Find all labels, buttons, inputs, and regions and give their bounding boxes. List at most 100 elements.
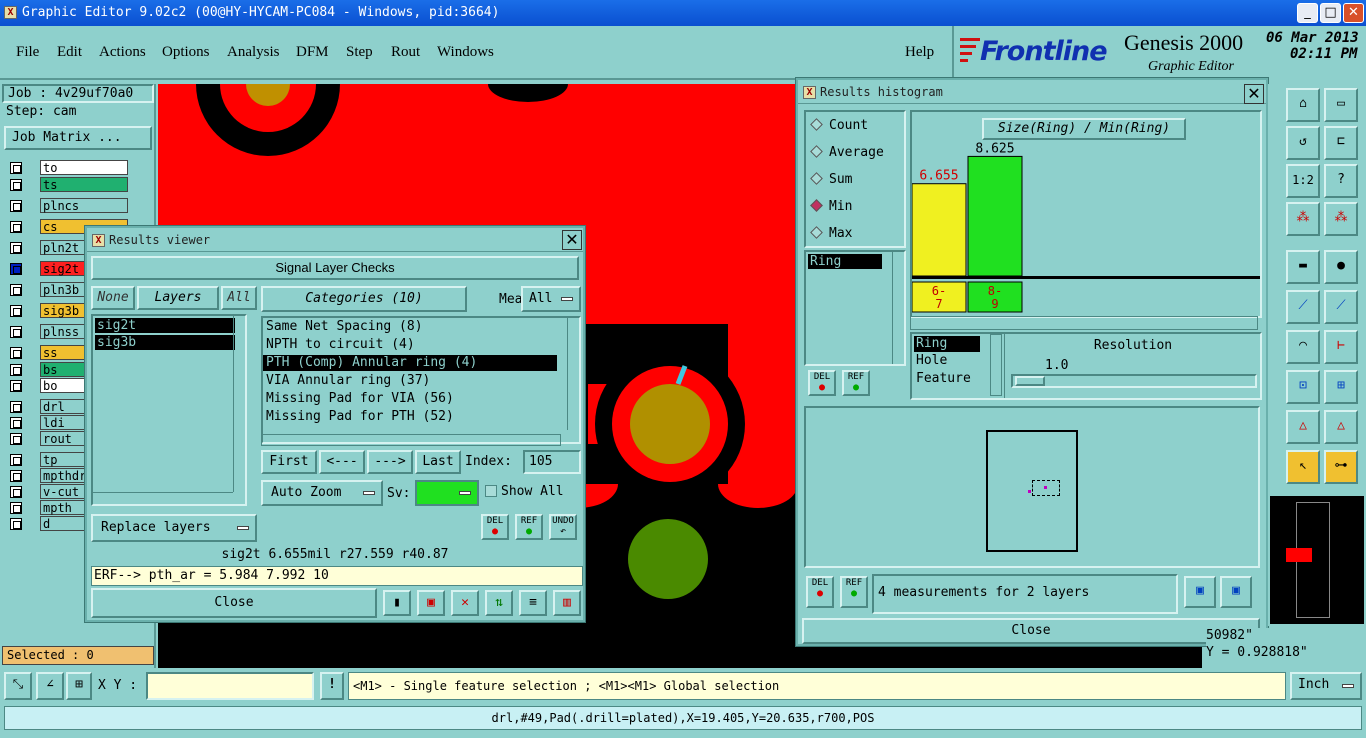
layer-checkbox[interactable]	[10, 263, 22, 275]
rotate-icon[interactable]: ↺	[1286, 126, 1320, 160]
ref-button[interactable]: REF ●	[515, 514, 543, 540]
warning-icon[interactable]: !	[320, 672, 344, 700]
zoom-icon[interactable]: ⊡	[1286, 370, 1320, 404]
menu-actions[interactable]: Actions	[99, 44, 146, 61]
layer-list-item[interactable]: sig2t	[95, 318, 235, 333]
zoom2-icon[interactable]: ⊞	[1324, 370, 1358, 404]
triangle2-icon[interactable]: △	[1324, 410, 1358, 444]
layers-none-button[interactable]: None	[91, 286, 135, 310]
preview-del-button[interactable]: DEL ●	[806, 576, 834, 608]
net2-icon[interactable]: ⁂	[1324, 202, 1358, 236]
property-scrollbar[interactable]	[990, 334, 1002, 396]
resolution-slider[interactable]	[1011, 374, 1257, 388]
histogram-bar[interactable]	[912, 183, 967, 277]
histogram-bar[interactable]	[967, 155, 1023, 277]
layer-checkbox[interactable]	[10, 305, 22, 317]
property-item[interactable]: Ring	[914, 336, 980, 352]
layers-scrollbar[interactable]	[233, 316, 245, 492]
layer-checkbox[interactable]	[10, 200, 22, 212]
next-button[interactable]: --->	[367, 450, 413, 474]
menu-dfm[interactable]: DFM	[296, 44, 329, 61]
viewer-close-icon[interactable]: ✕	[562, 230, 582, 250]
menu-analysis[interactable]: Analysis	[227, 44, 280, 61]
category-item[interactable]: Missing Pad for VIA (56)	[263, 390, 579, 408]
layer-checkbox[interactable]	[10, 470, 22, 482]
property-list[interactable]: Ring Hole Feature	[914, 336, 990, 388]
xy-input[interactable]	[146, 672, 314, 700]
measure-item[interactable]: Ring	[808, 254, 882, 269]
undo-button[interactable]: UNDO ↶	[549, 514, 577, 540]
scale-icon[interactable]: 1:2	[1286, 164, 1320, 198]
menu-edit[interactable]: Edit	[57, 44, 82, 61]
last-button[interactable]: Last	[415, 450, 461, 474]
layer-checkbox[interactable]	[10, 417, 22, 429]
auto-zoom-dropdown[interactable]: Auto Zoom	[261, 480, 383, 506]
job-matrix-button[interactable]: Job Matrix ...	[4, 126, 152, 150]
measure-scrollbar[interactable]	[892, 252, 904, 364]
mini-map[interactable]	[1268, 494, 1366, 626]
histogram-close-button[interactable]: Close	[802, 618, 1260, 644]
export-down-icon[interactable]: ▣	[1184, 576, 1216, 608]
arc-icon[interactable]: ◠	[1286, 330, 1320, 364]
chart-hscrollbar[interactable]	[910, 316, 1258, 330]
menu-help[interactable]: Help	[905, 44, 934, 61]
layer-checkbox[interactable]	[10, 284, 22, 296]
snap-icon[interactable]: ⊏	[1324, 126, 1358, 160]
layer-checkbox[interactable]	[10, 347, 22, 359]
prev-button[interactable]: <---	[319, 450, 365, 474]
viewer-close-button[interactable]: Close	[91, 588, 377, 618]
layer-row-ts[interactable]: ts	[6, 177, 128, 193]
delete-cross-icon[interactable]: ✕	[451, 590, 479, 616]
pointer-icon[interactable]: ↖	[1286, 450, 1320, 484]
hist-ref-button[interactable]: REF ●	[842, 370, 870, 396]
del-button[interactable]: DEL ●	[481, 514, 509, 540]
layer-checkbox[interactable]	[10, 221, 22, 233]
layer-checkbox[interactable]	[10, 364, 22, 376]
minimize-button[interactable]: _	[1297, 3, 1318, 23]
layer-list-item[interactable]: sig3b	[95, 335, 235, 350]
report-icon[interactable]: ▮	[383, 590, 411, 616]
meas-dropdown[interactable]: All	[521, 286, 581, 312]
window-icon[interactable]: ▭	[1324, 88, 1358, 122]
property-item[interactable]: Feature	[914, 370, 990, 388]
pad-icon[interactable]: ⊢	[1324, 330, 1358, 364]
line2-icon[interactable]: ⟋	[1324, 290, 1358, 324]
mode-average[interactable]: Average	[806, 139, 904, 166]
layer-checkbox[interactable]	[10, 162, 22, 174]
first-button[interactable]: First	[261, 450, 317, 474]
dot-icon[interactable]: ●	[1324, 250, 1358, 284]
compare-icon[interactable]: ⇅	[485, 590, 513, 616]
mode-max[interactable]: Max	[806, 220, 904, 247]
category-item-selected[interactable]: PTH (Comp) Annular ring (4)	[263, 355, 557, 371]
category-item[interactable]: Same Net Spacing (8)	[263, 318, 579, 336]
layer-row-plncs[interactable]: plncs	[6, 198, 128, 214]
layer-checkbox[interactable]	[10, 326, 22, 338]
category-item[interactable]: NPTH to circuit (4)	[263, 336, 579, 354]
menu-options[interactable]: Options	[162, 44, 210, 61]
categories-hscrollbar[interactable]	[261, 434, 561, 446]
hist-del-button[interactable]: DEL ●	[808, 370, 836, 396]
grid-icon[interactable]: ⊞	[66, 672, 92, 700]
category-item[interactable]: VIA Annular ring (37)	[263, 372, 579, 390]
close-window-button[interactable]: ✕	[1343, 3, 1364, 23]
layer-checkbox[interactable]	[10, 502, 22, 514]
maximize-button[interactable]: □	[1320, 3, 1341, 23]
menu-file[interactable]: File	[16, 44, 39, 61]
histogram-close-icon[interactable]: ✕	[1244, 84, 1264, 104]
measure-icon[interactable]: ∠	[36, 672, 64, 700]
line-icon[interactable]: ⟋	[1286, 290, 1320, 324]
fit-icon[interactable]: ⤡	[4, 672, 32, 700]
menu-rout[interactable]: Rout	[391, 44, 420, 61]
layers-listbox[interactable]: sig2t sig3b	[91, 314, 247, 506]
ruler-icon[interactable]: ▬	[1286, 250, 1320, 284]
show-all-checkbox[interactable]	[485, 485, 497, 497]
replace-layers-dropdown[interactable]: Replace layers	[91, 514, 257, 542]
mode-sum[interactable]: Sum	[806, 166, 904, 193]
layer-checkbox[interactable]	[10, 454, 22, 466]
index-field[interactable]: 105	[523, 450, 581, 474]
menu-step[interactable]: Step	[346, 44, 373, 61]
mode-min[interactable]: Min	[806, 193, 904, 220]
sv-color-dropdown[interactable]	[415, 480, 479, 506]
triangle-icon[interactable]: △	[1286, 410, 1320, 444]
layers-hscrollbar[interactable]	[93, 492, 233, 504]
